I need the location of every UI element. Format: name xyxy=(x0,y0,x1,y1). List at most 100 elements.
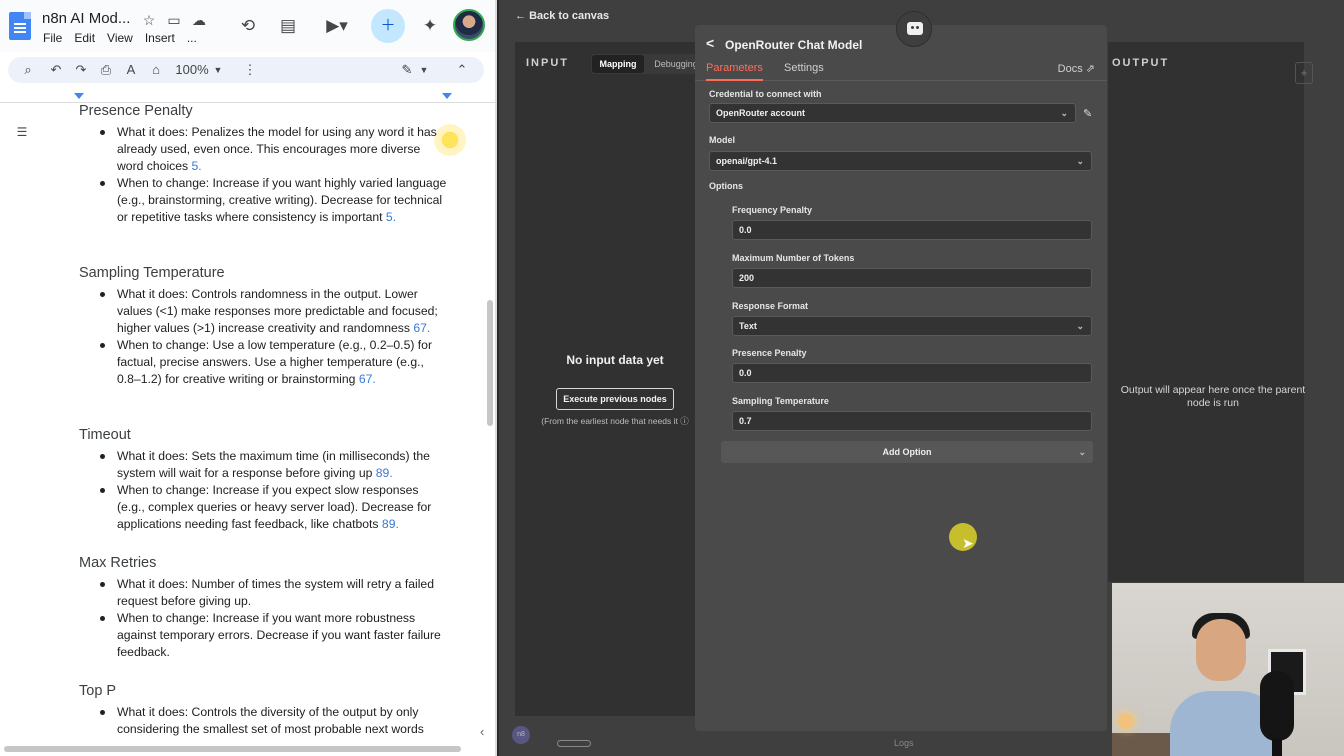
more-options-icon[interactable]: ⋮ xyxy=(242,57,258,83)
comments-icon[interactable]: ▤ xyxy=(275,13,301,39)
presence-penalty-input[interactable]: 0.0 xyxy=(732,363,1092,383)
n8n-logo-icon[interactable]: n8 xyxy=(512,726,530,744)
chevron-down-icon: ⌄ xyxy=(1076,156,1084,166)
paint-format-icon[interactable]: ⌂ xyxy=(146,57,166,83)
spellcheck-icon[interactable]: A xyxy=(121,57,141,83)
citation-link[interactable]: 89. xyxy=(376,466,393,480)
section-heading: Presence Penalty xyxy=(79,103,193,119)
collapse-side-panel-icon[interactable]: ‹ xyxy=(480,724,484,739)
response-format-label: Response Format xyxy=(732,301,809,311)
citation-link[interactable]: 5. xyxy=(386,210,396,224)
document-title[interactable]: n8n AI Mod... xyxy=(42,10,130,27)
chevron-down-icon: ⌄ xyxy=(1078,447,1086,457)
mapping-tab[interactable]: Mapping xyxy=(592,55,644,73)
document-outline-icon[interactable]: ☰ xyxy=(10,120,34,144)
list-item: When to change: Increase if you want mor… xyxy=(79,610,449,661)
help-icon[interactable]: ⓘ xyxy=(680,416,689,426)
zoom-controls[interactable] xyxy=(557,740,591,747)
gemini-icon[interactable]: ✦ xyxy=(417,13,443,39)
node-title[interactable]: OpenRouter Chat Model xyxy=(725,38,862,52)
output-label: OUTPUT xyxy=(1112,57,1170,69)
model-label: Model xyxy=(709,135,735,145)
credential-label: Credential to connect with xyxy=(709,89,822,99)
redo-icon[interactable]: ↷ xyxy=(71,57,91,83)
tab-settings[interactable]: Settings xyxy=(784,62,824,81)
move-folder-icon[interactable]: ▭ xyxy=(167,12,181,28)
undo-icon[interactable]: ↶ xyxy=(46,57,66,83)
back-chevron-icon[interactable]: < xyxy=(706,35,714,51)
external-link-icon: ⇗ xyxy=(1085,63,1095,75)
collapse-toolbar-icon[interactable]: ⌃ xyxy=(454,57,470,83)
star-icon[interactable]: ☆ xyxy=(142,12,156,28)
search-menus-icon[interactable]: ⌕ xyxy=(18,57,38,83)
max-tokens-input[interactable]: 200 xyxy=(732,268,1092,288)
output-placeholder-message: Output will appear here once the parent … xyxy=(1120,384,1306,409)
sampling-temperature-input[interactable]: 0.7 xyxy=(732,411,1092,431)
credential-select[interactable]: OpenRouter account ⌄ xyxy=(709,103,1076,123)
menu-file[interactable]: File xyxy=(43,31,62,45)
right-indent-marker[interactable] xyxy=(442,93,452,99)
menu-more[interactable]: ... xyxy=(187,31,197,45)
back-to-canvas-link[interactable]: ← Back to canvas xyxy=(515,10,609,22)
docs-toolbar: ⌕ ↶ ↷ ⎙ A ⌂ 100% ▼ ⋮ ✎ ▼ ⌃ xyxy=(8,57,484,83)
cloud-status-icon[interactable]: ☁ xyxy=(192,12,206,28)
editing-mode-icon[interactable]: ✎ xyxy=(397,57,417,83)
tab-parameters[interactable]: Parameters xyxy=(706,62,763,81)
share-button[interactable]: ＋ xyxy=(371,9,405,43)
citation-link[interactable]: 5. xyxy=(192,159,202,173)
frequency-penalty-label: Frequency Penalty xyxy=(732,205,813,215)
max-tokens-label: Maximum Number of Tokens xyxy=(732,253,855,263)
execute-note: (From the earliest node that needs it ⓘ xyxy=(541,416,689,426)
list-item: What it does: Controls randomness in the… xyxy=(79,286,449,337)
list-item: When to change: Increase if you want hig… xyxy=(79,175,449,226)
execute-previous-nodes-button[interactable]: Execute previous nodes xyxy=(556,388,674,410)
section-top-p: Top P What it does: Controls the diversi… xyxy=(79,680,449,738)
avatar[interactable] xyxy=(453,9,485,41)
chevron-down-icon: ⌄ xyxy=(1076,321,1084,331)
add-option-button[interactable]: Add Option ⌄ xyxy=(721,441,1093,463)
menu-edit[interactable]: Edit xyxy=(74,31,95,45)
meet-icon[interactable]: ▶▾ xyxy=(318,13,356,39)
model-select[interactable]: openai/gpt-4.1 ⌄ xyxy=(709,151,1092,171)
section-heading: Sampling Temperature xyxy=(79,265,225,281)
section-timeout: Timeout What it does: Sets the maximum t… xyxy=(79,424,449,533)
docs-header: n8n AI Mod... ☆ ▭ ☁ File Edit View Inser… xyxy=(0,0,495,52)
print-icon[interactable]: ⎙ xyxy=(96,57,116,83)
left-indent-marker[interactable] xyxy=(74,93,84,99)
menu-view[interactable]: View xyxy=(107,31,133,45)
docs-menu-bar: File Edit View Insert ... xyxy=(43,31,197,45)
vertical-scrollbar[interactable] xyxy=(487,300,493,426)
add-node-icon[interactable]: + xyxy=(1295,62,1313,84)
citation-link[interactable]: 67. xyxy=(359,372,376,386)
editing-mode-chevron-icon[interactable]: ▼ xyxy=(418,57,430,83)
section-max-retries: Max Retries What it does: Number of time… xyxy=(79,552,449,661)
docs-logo-icon[interactable] xyxy=(9,12,31,40)
frequency-penalty-input[interactable]: 0.0 xyxy=(732,220,1092,240)
shelf xyxy=(1112,733,1172,756)
logs-toggle[interactable]: Logs xyxy=(894,738,914,748)
zoom-select[interactable]: 100% xyxy=(174,57,210,83)
horizontal-scrollbar[interactable] xyxy=(4,746,461,752)
citation-link[interactable]: 67. xyxy=(413,321,430,335)
microphone-arm xyxy=(1272,739,1282,756)
microphone xyxy=(1260,671,1294,741)
citation-link[interactable]: 89. xyxy=(382,517,399,531)
section-heading: Top P xyxy=(79,683,117,699)
no-input-message: No input data yet xyxy=(566,353,664,367)
response-format-select[interactable]: Text ⌄ xyxy=(732,316,1092,336)
chevron-down-icon: ⌄ xyxy=(1060,108,1068,118)
menu-insert[interactable]: Insert xyxy=(145,31,175,45)
input-pane: INPUT Mapping Debugging No input data ye… xyxy=(515,42,707,716)
docs-link[interactable]: Docs ⇗ xyxy=(1058,62,1095,75)
node-parameters-panel: < OpenRouter Chat Model Parameters Setti… xyxy=(695,11,1107,731)
output-pane: OUTPUT Output will appear here once the … xyxy=(1108,42,1305,582)
input-label: INPUT xyxy=(526,57,569,69)
section-heading: Timeout xyxy=(79,427,131,443)
edit-credential-icon[interactable]: ✎ xyxy=(1083,107,1092,120)
version-history-icon[interactable]: ⟲ xyxy=(235,13,261,39)
options-label: Options xyxy=(709,181,743,191)
arrow-left-icon: ← xyxy=(515,10,526,22)
input-mode-toggle: Mapping Debugging xyxy=(591,54,707,74)
zoom-chevron-icon[interactable]: ▼ xyxy=(212,57,224,83)
robot-icon xyxy=(896,11,932,47)
